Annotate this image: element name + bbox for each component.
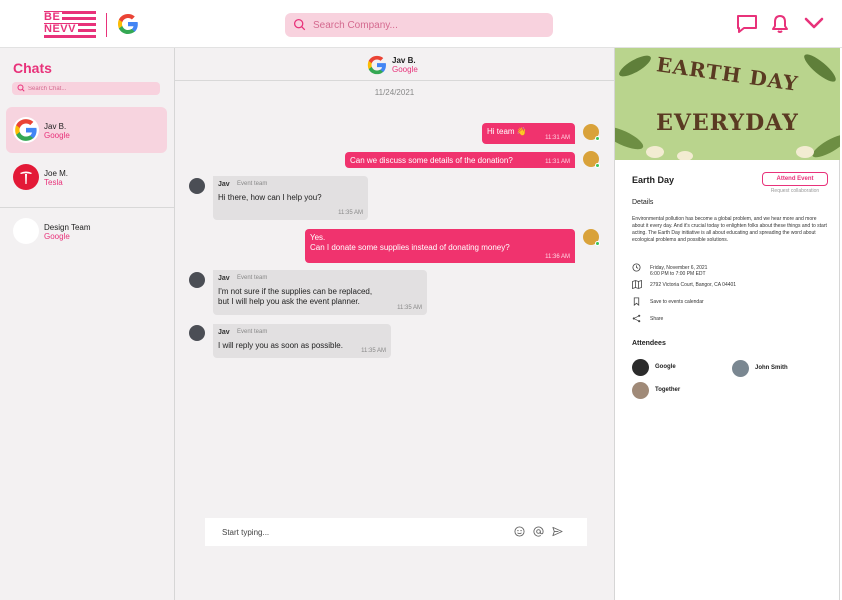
- date-separator: 11/24/2021: [374, 88, 415, 97]
- message-outgoing[interactable]: Hi team 👋 11:31 AM: [482, 123, 575, 144]
- company-search[interactable]: [285, 13, 553, 37]
- message-sender-role: Event team: [237, 275, 268, 281]
- send-icon[interactable]: [552, 526, 563, 537]
- chevron-down-icon[interactable]: [804, 16, 824, 30]
- chat-item-name: Joe M.: [44, 169, 69, 178]
- chat-item-company: Google: [44, 232, 70, 241]
- share-label: Share: [650, 316, 664, 322]
- contact-company: Google: [392, 65, 418, 74]
- event-location: 2792 Victoria Court, Bangor, CA 04401: [632, 279, 832, 293]
- attendee-name: John Smith: [755, 365, 788, 371]
- chats-title: Chats: [13, 60, 52, 76]
- top-bar: BE NEVV: [0, 0, 842, 48]
- chat-item-company: Google: [44, 131, 70, 140]
- event-datetime: Friday, November 6, 2021 6:00 PM to 7:00 …: [632, 262, 832, 277]
- tesla-logo-icon: [20, 171, 32, 184]
- event-address: 2792 Victoria Court, Bangor, CA 04401: [650, 282, 737, 288]
- message-time: 11:31 AM: [545, 135, 570, 141]
- attendee-avatar: [732, 360, 749, 377]
- event-time: 6:00 PM to 7:00 PM EDT: [650, 271, 706, 277]
- chat-icon[interactable]: [736, 14, 758, 34]
- message-incoming[interactable]: Jav Event team I will reply you as soon …: [213, 324, 391, 358]
- company-search-input[interactable]: [313, 16, 543, 34]
- chat-item-joe[interactable]: Joe M. Tesla: [6, 154, 167, 200]
- conversation-panel: Jav B. Google 11/24/2021 Hi team 👋 11:31…: [175, 48, 614, 600]
- message-incoming[interactable]: Jav Event team Hi there, how can I help …: [213, 176, 368, 220]
- attendee-name: Google: [655, 364, 676, 370]
- map-icon: [632, 280, 642, 289]
- event-description: Environmental pollution has become a glo…: [632, 216, 827, 243]
- avatar: [13, 164, 39, 190]
- message-input[interactable]: [222, 525, 502, 539]
- chat-item-company: Tesla: [44, 178, 63, 187]
- message-sender-role: Event team: [237, 329, 268, 335]
- message-sender: Jav: [218, 275, 230, 282]
- jav-avatar: [189, 178, 205, 194]
- message-outgoing[interactable]: Can we discuss some details of the donat…: [345, 152, 575, 168]
- details-heading: Details: [632, 199, 654, 206]
- message-composer: [205, 518, 587, 546]
- chat-item-jav[interactable]: Jav B. Google: [6, 107, 167, 153]
- contact-name: Jav B.: [392, 56, 416, 65]
- event-details-panel: EARTH DAY EVERYDAY Earth Day Attend Even…: [614, 48, 840, 600]
- save-to-calendar[interactable]: Save to events calendar: [632, 296, 832, 310]
- google-logo-icon: [367, 55, 386, 75]
- message-sender: Jav: [218, 329, 230, 336]
- search-icon: [293, 18, 306, 31]
- logo-text-bottom: NEVV: [44, 23, 78, 35]
- clock-icon: [632, 263, 641, 272]
- banner-line-2: EVERYDAY: [656, 110, 799, 136]
- message-time: 11:31 AM: [545, 159, 570, 165]
- attend-event-button[interactable]: Attend Event: [762, 172, 828, 186]
- online-indicator: [595, 163, 600, 168]
- chats-sidebar: Chats Jav B. Google Joe M. Tesla: [0, 48, 175, 600]
- conversation-header: Jav B. Google: [175, 48, 614, 81]
- event-banner-image: EARTH DAY EVERYDAY: [615, 48, 840, 160]
- message-time: 11:35 AM: [397, 305, 422, 311]
- save-to-calendar-label: Save to events calendar: [650, 299, 704, 305]
- attendee-avatar: [632, 382, 649, 399]
- online-indicator: [595, 241, 600, 246]
- google-logo-icon: [15, 119, 37, 141]
- message-sender: Jav: [218, 181, 230, 188]
- jav-avatar: [189, 272, 205, 288]
- chat-search[interactable]: [12, 82, 160, 95]
- benevv-logo[interactable]: BE NEVV: [44, 10, 96, 40]
- avatar: [13, 218, 39, 244]
- google-logo-icon: [118, 14, 138, 34]
- message-text: Yes. Can I donate some supplies instead …: [310, 233, 510, 252]
- attendees-heading: Attendees: [632, 340, 666, 347]
- message-sender-role: Event team: [237, 181, 268, 187]
- share-icon: [632, 314, 641, 323]
- request-collaboration-link[interactable]: Request collaboration: [762, 188, 828, 194]
- message-text: I'm not sure if the supplies can be repl…: [218, 287, 373, 306]
- search-icon: [17, 84, 25, 92]
- mention-icon[interactable]: [533, 526, 544, 537]
- share-event[interactable]: Share: [632, 313, 832, 327]
- message-text: Can we discuss some details of the donat…: [350, 156, 513, 165]
- logo-text-top: BE: [44, 11, 63, 23]
- message-time: 11:35 AM: [361, 348, 386, 354]
- message-text: I will reply you as soon as possible.: [218, 341, 343, 350]
- message-outgoing[interactable]: Yes. Can I donate some supplies instead …: [305, 229, 575, 263]
- bell-icon[interactable]: [770, 14, 790, 34]
- chat-item-name: Design Team: [44, 223, 91, 232]
- message-text: Hi team 👋: [487, 127, 527, 136]
- logo-divider: [106, 13, 107, 37]
- bookmark-icon: [633, 297, 640, 306]
- event-title: Earth Day: [632, 175, 675, 185]
- chat-item-name: Jav B.: [44, 122, 67, 131]
- avatar: [13, 117, 39, 143]
- message-time: 11:36 AM: [545, 254, 570, 260]
- chat-item-design-team[interactable]: Design Team Google: [6, 208, 167, 254]
- attendee-name: Together: [655, 387, 681, 393]
- message-text: Hi there, how can I help you?: [218, 193, 322, 202]
- chat-search-input[interactable]: [28, 83, 156, 94]
- emoji-icon[interactable]: [514, 526, 525, 537]
- message-incoming[interactable]: Jav Event team I'm not sure if the suppl…: [213, 270, 427, 315]
- online-indicator: [595, 136, 600, 141]
- jav-avatar: [189, 325, 205, 341]
- attendee-avatar: [632, 359, 649, 376]
- message-time: 11:35 AM: [338, 210, 363, 216]
